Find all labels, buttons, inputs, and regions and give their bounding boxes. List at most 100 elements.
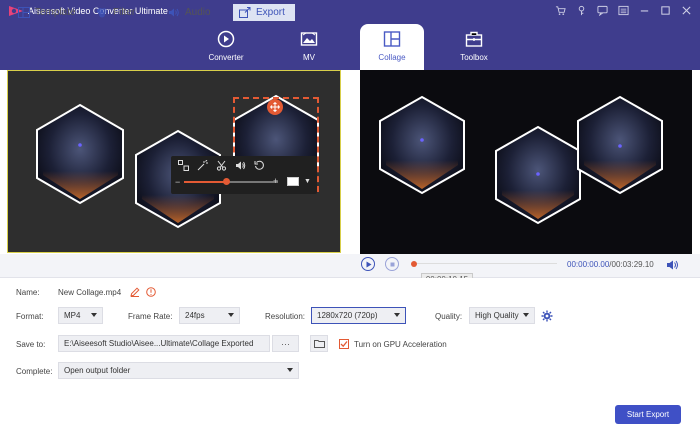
gpu-acceleration-checkbox[interactable] (339, 339, 349, 349)
tab-collage-label: Collage (378, 53, 406, 62)
complete-value: Open output folder (64, 366, 131, 375)
output-frame-1 (379, 95, 465, 195)
zoom-slider-fill (184, 181, 227, 183)
frame-rate-label: Frame Rate: (128, 312, 173, 321)
browse-button[interactable]: ··· (272, 335, 299, 352)
frame-rate-select[interactable]: 24fps (179, 307, 240, 324)
open-folder-button[interactable] (310, 335, 328, 352)
frame-edit-toolbox: − + ▼ (171, 156, 317, 194)
converter-icon (217, 30, 235, 48)
replace-icon[interactable] (177, 159, 189, 171)
filter-icon (97, 8, 107, 18)
zoom-out-icon[interactable]: − (175, 177, 180, 187)
tab-template[interactable]: Template (12, 4, 82, 21)
quality-select[interactable]: High Quality (469, 307, 535, 324)
gear-icon[interactable] (541, 310, 553, 322)
chevron-down-icon (394, 313, 400, 317)
zoom-slider[interactable] (184, 178, 278, 185)
format-select[interactable]: MP4 (58, 307, 103, 324)
chevron-down-icon (228, 313, 234, 317)
tab-mv-label: MV (303, 53, 315, 62)
stop-button[interactable] (385, 257, 399, 271)
format-value: MP4 (64, 311, 81, 320)
frame-rate-value: 24fps (185, 311, 205, 320)
reset-icon[interactable] (253, 159, 265, 171)
tab-collage[interactable]: Collage (360, 24, 424, 70)
zoom-slider-knob[interactable] (223, 178, 231, 185)
save-to-label: Save to: (16, 340, 46, 349)
cart-icon[interactable] (553, 3, 568, 18)
chevron-down-icon (287, 368, 293, 372)
volume-icon[interactable] (666, 259, 679, 271)
tab-audio[interactable]: Audio (162, 4, 217, 21)
play-button[interactable] (361, 257, 375, 271)
time-display: 00:00:00.00/00:03:29.10 (567, 260, 654, 269)
tab-converter-label: Converter (208, 53, 244, 62)
current-time: 00:00:00.00 (567, 260, 610, 269)
export-settings-panel (0, 278, 700, 444)
tab-toolbox[interactable]: Toolbox (442, 24, 506, 70)
resolution-label: Resolution: (265, 312, 306, 321)
output-frame-2 (495, 125, 581, 225)
tab-toolbox-label: Toolbox (460, 53, 488, 62)
quality-label: Quality: (435, 312, 463, 321)
seek-bar[interactable] (417, 263, 557, 264)
info-icon[interactable] (146, 287, 156, 297)
volume-icon[interactable] (234, 159, 246, 171)
audio-icon (169, 8, 179, 17)
move-handle-icon[interactable] (267, 99, 283, 115)
chevron-down-icon[interactable]: ▼ (304, 178, 311, 185)
stop-icon (390, 262, 394, 266)
start-export-button[interactable]: Start Export (615, 405, 681, 424)
play-icon (366, 261, 371, 267)
edit-pencil-icon[interactable] (130, 287, 140, 297)
complete-action-select[interactable]: Open output folder (58, 362, 299, 379)
zoom-in-icon[interactable]: + (273, 176, 278, 186)
tab-audio-label: Audio (185, 7, 211, 18)
chevron-down-icon (523, 313, 529, 317)
collage-output-frames (379, 95, 663, 225)
maximize-icon[interactable] (658, 3, 673, 18)
resolution-select[interactable]: 1280x720 (720p) (311, 307, 406, 324)
magic-wand-icon[interactable] (196, 159, 208, 171)
save-to-path-field[interactable]: E:\Aiseesoft Studio\Aisee...Ultimate\Col… (58, 335, 270, 352)
save-to-value: E:\Aiseesoft Studio\Aisee...Ultimate\Col… (64, 339, 254, 348)
seek-bar-knob[interactable] (411, 261, 417, 267)
tab-filter-label: Filter (113, 7, 136, 18)
template-icon (18, 7, 30, 18)
minimize-icon[interactable] (637, 3, 652, 18)
tab-filter[interactable]: Filter (90, 4, 141, 21)
main-tab-bar: Converter MV Collage Toolbox (0, 24, 700, 70)
tab-export[interactable]: Export (233, 4, 295, 21)
chevron-down-icon (91, 313, 97, 317)
key-icon[interactable] (574, 3, 589, 18)
close-icon[interactable] (679, 3, 694, 18)
name-value: New Collage.mp4 (58, 288, 122, 297)
aspect-ratio-icon[interactable] (287, 177, 299, 186)
tab-mv[interactable]: MV (277, 24, 341, 70)
cut-icon[interactable] (215, 159, 227, 171)
gpu-acceleration-label: Turn on GPU Acceleration (354, 340, 447, 349)
menu-icon[interactable] (616, 3, 631, 18)
tab-converter[interactable]: Converter (194, 24, 258, 70)
collage-frame-1[interactable] (36, 103, 124, 205)
mv-icon (300, 32, 318, 46)
player-controls: 00:00:00.00/00:03:29.10 (360, 254, 690, 278)
checkmark-icon (340, 341, 348, 348)
toolbox-icon (465, 31, 483, 47)
complete-label: Complete: (16, 367, 53, 376)
name-label: Name: (16, 288, 40, 297)
collage-icon (383, 31, 401, 47)
resolution-value: 1280x720 (720p) (317, 311, 378, 320)
format-label: Format: (16, 312, 44, 321)
collage-output-preview (360, 70, 692, 254)
total-time: /00:03:29.10 (609, 260, 654, 269)
tab-export-label: Export (256, 7, 285, 18)
tab-template-label: Template (35, 7, 76, 18)
chat-icon[interactable] (595, 3, 610, 18)
folder-icon (313, 340, 325, 348)
window-controls (553, 3, 694, 18)
output-frame-3 (577, 95, 663, 195)
export-icon (239, 7, 251, 18)
quality-value: High Quality (475, 311, 519, 320)
